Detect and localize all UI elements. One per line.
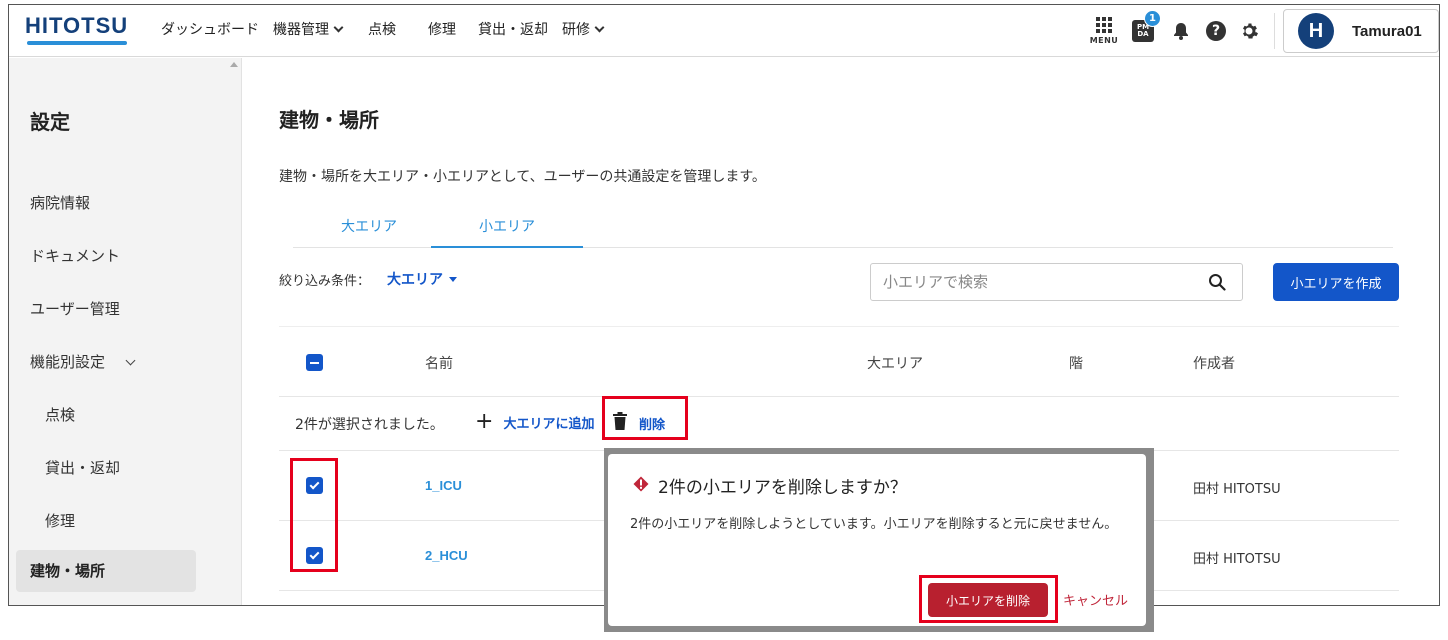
column-header-floor[interactable]: 階 <box>1069 353 1083 373</box>
sidebar-item-user-management[interactable]: ユーザー管理 <box>30 298 120 319</box>
minus-icon <box>310 361 319 364</box>
nav-inspection[interactable]: 点検 <box>368 19 396 39</box>
nav-repair-label: 修理 <box>428 22 456 38</box>
pmda-label-bottom: DA <box>1137 30 1149 38</box>
scroll-up-arrow[interactable] <box>230 62 238 67</box>
plus-icon: + <box>475 409 494 434</box>
caret-down-icon <box>449 276 457 282</box>
nav-equipment[interactable]: 機器管理 <box>273 19 344 39</box>
row-name-link[interactable]: 2_HCU <box>425 548 468 563</box>
confirm-delete-button[interactable]: 小エリアを削除 <box>928 583 1048 617</box>
row-checkbox[interactable] <box>306 547 323 564</box>
header-actions: MENU PM DA 1 ? H Tamura01 <box>1086 5 1439 57</box>
filter-dropdown[interactable]: 大エリア <box>387 269 457 289</box>
pmda-icon[interactable]: PM DA 1 <box>1132 10 1161 42</box>
sidebar-title: 設定 <box>30 110 70 134</box>
area-tabs: 大エリア 小エリア <box>293 208 1393 248</box>
check-icon <box>309 479 320 490</box>
page-title: 建物・場所 <box>279 108 379 132</box>
search-icon[interactable] <box>1208 273 1226 295</box>
nav-training[interactable]: 研修 <box>562 19 605 39</box>
search-input[interactable] <box>883 273 1193 291</box>
add-to-large-area-button[interactable]: + 大エリアに追加 <box>475 409 595 434</box>
menu-button[interactable]: MENU <box>1086 9 1122 53</box>
row-checkbox[interactable] <box>306 477 323 494</box>
main-nav: ダッシュボード 機器管理 点検 修理 貸出・返却 研修 <box>161 19 625 39</box>
warning-icon <box>633 476 649 496</box>
help-icon[interactable]: ? <box>1206 21 1226 41</box>
add-to-large-area-label: 大エリアに追加 <box>503 416 595 432</box>
trash-icon <box>613 412 627 434</box>
column-header-large-area[interactable]: 大エリア <box>867 353 923 373</box>
chevron-down-icon <box>333 22 344 32</box>
notification-badge: 1 <box>1144 10 1161 27</box>
tab-small-area[interactable]: 小エリア <box>431 216 583 248</box>
check-icon <box>309 549 320 560</box>
top-header: HITOTSU ダッシュボード 機器管理 点検 修理 貸出・返却 研修 MENU… <box>9 5 1439 57</box>
column-header-creator[interactable]: 作成者 <box>1193 353 1235 373</box>
logo-underline <box>27 41 127 45</box>
header-divider <box>1274 13 1275 49</box>
nav-dashboard[interactable]: ダッシュボード <box>161 19 259 39</box>
create-small-area-button[interactable]: 小エリアを作成 <box>1273 263 1399 301</box>
avatar: H <box>1298 13 1334 49</box>
selection-bar: 2件が選択されました。 + 大エリアに追加 削除 <box>279 397 1399 451</box>
user-menu[interactable]: H Tamura01 <box>1283 9 1439 53</box>
logo[interactable]: HITOTSU <box>25 13 128 39</box>
column-header-name[interactable]: 名前 <box>425 353 453 373</box>
search-box <box>870 263 1243 301</box>
filter-value: 大エリア <box>387 272 443 288</box>
sidebar-item-feature-settings-label: 機能別設定 <box>30 353 106 371</box>
sidebar-item-inspection[interactable]: 点検 <box>45 404 75 425</box>
tab-large-area[interactable]: 大エリア <box>293 216 445 236</box>
dialog-title: 2件の小エリアを削除しますか？ <box>658 478 907 498</box>
sidebar-item-repair[interactable]: 修理 <box>45 510 75 531</box>
row-creator: 田村 HITOTSU <box>1193 552 1281 567</box>
nav-inspection-label: 点検 <box>368 22 396 38</box>
delete-label: 削除 <box>639 417 666 433</box>
nav-lending[interactable]: 貸出・返却 <box>478 19 548 39</box>
sidebar: 設定 病院情報 ドキュメント ユーザー管理 機能別設定 点検 貸出・返却 修理 … <box>9 58 242 605</box>
row-name-link[interactable]: 1_ICU <box>425 478 462 493</box>
sidebar-item-lending[interactable]: 貸出・返却 <box>45 457 120 478</box>
gear-icon[interactable] <box>1238 20 1260 42</box>
filter-label: 絞り込み条件： <box>279 274 371 289</box>
row-creator: 田村 HITOTSU <box>1193 482 1281 497</box>
dialog-message: 2件の小エリアを削除しようとしています。小エリアを削除すると元に戻せません。 <box>630 517 1118 532</box>
selection-count: 2件が選択されました。 <box>295 417 444 433</box>
sidebar-item-documents[interactable]: ドキュメント <box>30 245 120 266</box>
table-header: 名前 大エリア 階 作成者 <box>279 327 1399 397</box>
chevron-down-icon <box>125 355 136 366</box>
bell-icon[interactable] <box>1170 20 1192 42</box>
delete-confirm-dialog: 2件の小エリアを削除しますか？ 2件の小エリアを削除しようとしています。小エリア… <box>608 454 1146 626</box>
nav-dashboard-label: ダッシュボード <box>161 22 259 38</box>
menu-grid-icon <box>1096 17 1112 33</box>
nav-lending-label: 貸出・返却 <box>478 22 548 38</box>
user-name: Tamura01 <box>1352 22 1422 40</box>
delete-button[interactable]: 削除 <box>613 412 665 434</box>
sidebar-item-buildings[interactable]: 建物・場所 <box>16 550 196 592</box>
sidebar-item-hospital-info[interactable]: 病院情報 <box>30 192 90 213</box>
sidebar-item-feature-settings[interactable]: 機能別設定 <box>30 351 136 372</box>
menu-label: MENU <box>1089 36 1119 45</box>
nav-repair[interactable]: 修理 <box>428 19 456 39</box>
nav-equipment-label: 機器管理 <box>273 22 329 38</box>
cancel-button[interactable]: キャンセル <box>1063 590 1128 609</box>
page-description: 建物・場所を大エリア・小エリアとして、ユーザーの共通設定を管理します。 <box>279 169 766 185</box>
chevron-down-icon <box>594 22 605 32</box>
select-all-checkbox[interactable] <box>306 354 323 371</box>
nav-training-label: 研修 <box>562 22 590 38</box>
